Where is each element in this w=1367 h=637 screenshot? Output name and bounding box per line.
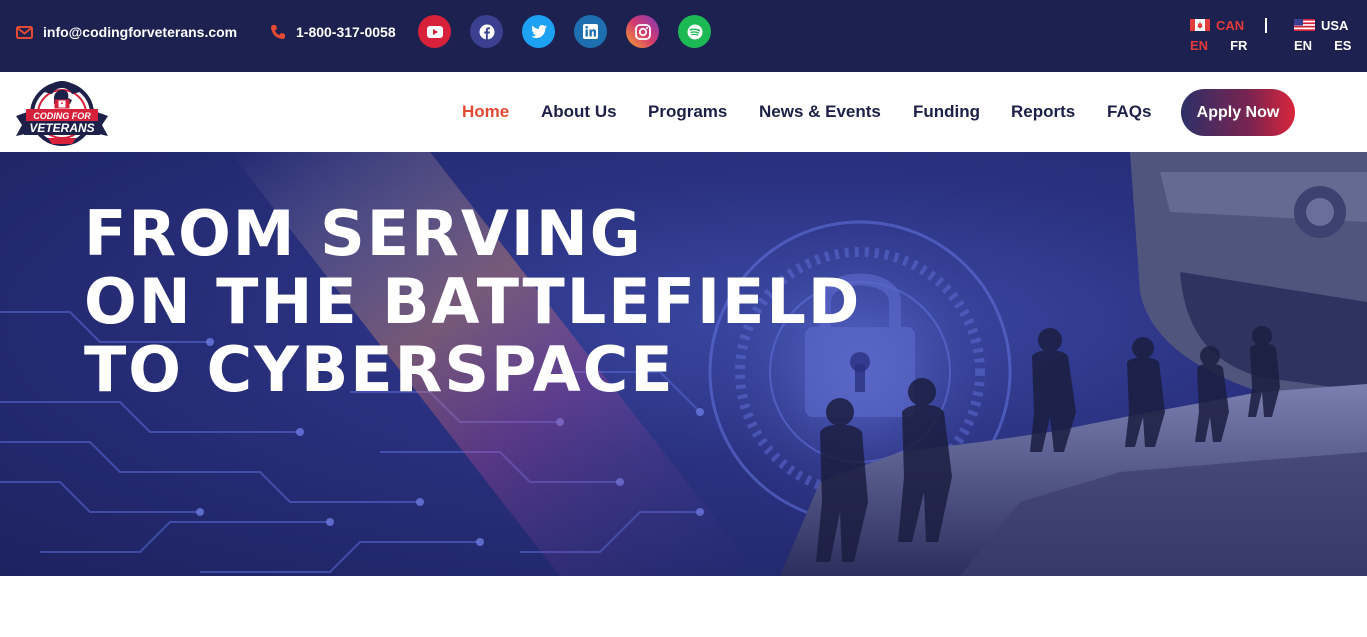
- hero-line-3: TO CYBERSPACE: [84, 333, 675, 406]
- youtube-link[interactable]: [418, 15, 451, 48]
- twitter-icon: [530, 25, 547, 38]
- region-can: CAN EN FR: [1190, 16, 1247, 54]
- nav-news-events[interactable]: News & Events: [759, 102, 881, 122]
- email-link[interactable]: info@codingforveterans.com: [16, 22, 237, 42]
- lang-can-en[interactable]: EN: [1190, 38, 1208, 54]
- lang-usa-es[interactable]: ES: [1334, 38, 1351, 54]
- phone-link[interactable]: 1-800-317-0058: [270, 22, 396, 42]
- instagram-link[interactable]: [626, 15, 659, 48]
- nav-about-us[interactable]: About Us: [541, 102, 617, 122]
- instagram-icon: [634, 23, 651, 40]
- facebook-icon: [479, 24, 494, 39]
- region-can-label[interactable]: CAN: [1216, 18, 1244, 33]
- region-usa-label[interactable]: USA: [1321, 18, 1348, 33]
- phone-icon: [271, 25, 285, 39]
- nav-funding[interactable]: Funding: [913, 102, 980, 122]
- svg-text:VETERANS: VETERANS: [29, 121, 94, 135]
- youtube-icon: [426, 25, 443, 38]
- svg-text:CODING FOR: CODING FOR: [33, 111, 91, 121]
- linkedin-link[interactable]: [574, 15, 607, 48]
- hero-headline: FROM SERVING ON THE BATTLEFIELD TO CYBER…: [84, 200, 861, 404]
- twitter-link[interactable]: [522, 15, 555, 48]
- envelope-icon: [16, 25, 33, 39]
- lang-can-fr[interactable]: FR: [1230, 38, 1247, 54]
- hero-banner: FROM SERVING ON THE BATTLEFIELD TO CYBER…: [0, 152, 1367, 576]
- top-bar: info@codingforveterans.com 1-800-317-005…: [0, 0, 1367, 72]
- phone-text: 1-800-317-0058: [296, 24, 396, 40]
- region-divider: [1265, 18, 1267, 33]
- facebook-link[interactable]: [470, 15, 503, 48]
- usa-flag-icon: [1294, 19, 1315, 31]
- spotify-link[interactable]: [678, 15, 711, 48]
- region-usa: USA EN ES: [1294, 16, 1351, 54]
- nav-programs[interactable]: Programs: [648, 102, 727, 122]
- site-logo[interactable]: CODING FOR VETERANS: [14, 78, 110, 146]
- nav-reports[interactable]: Reports: [1011, 102, 1075, 122]
- lang-usa-en[interactable]: EN: [1294, 38, 1312, 54]
- main-navigation: CODING FOR VETERANS Home About Us Progra…: [0, 72, 1367, 152]
- spotify-icon: [687, 24, 702, 39]
- hero-line-2: ON THE BATTLEFIELD: [84, 265, 862, 338]
- canada-flag-icon: [1190, 19, 1210, 31]
- apply-now-button[interactable]: Apply Now: [1181, 89, 1295, 136]
- nav-faqs[interactable]: FAQs: [1107, 102, 1151, 122]
- nav-home[interactable]: Home: [462, 102, 509, 122]
- coding-for-veterans-logo: CODING FOR VETERANS: [16, 81, 108, 146]
- linkedin-icon: [583, 24, 598, 39]
- email-text: info@codingforveterans.com: [43, 24, 238, 40]
- content-area: [0, 576, 1367, 637]
- hero-line-1: FROM SERVING: [84, 197, 643, 270]
